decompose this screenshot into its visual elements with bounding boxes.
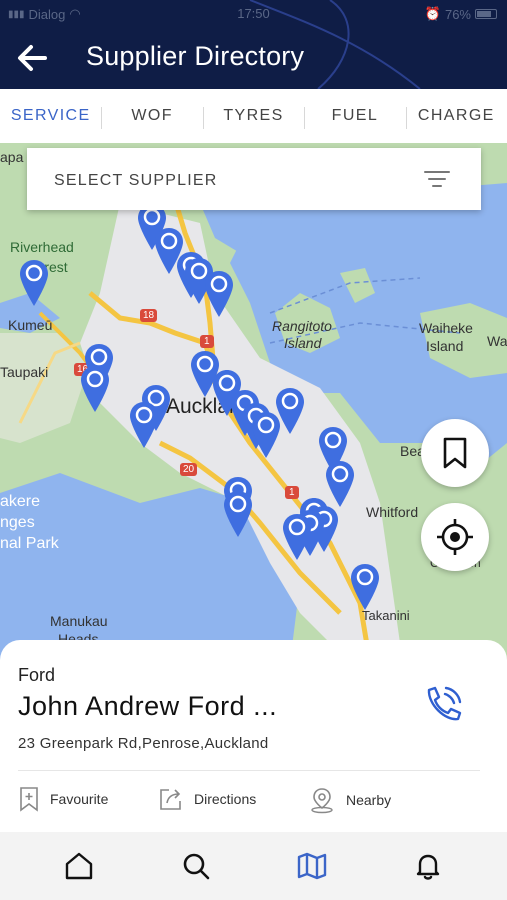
- supplier-card[interactable]: Ford John Andrew Ford ... 23 Greenpark R…: [0, 640, 507, 840]
- supplier-pin[interactable]: [350, 563, 380, 611]
- favourite-label: Favourite: [50, 791, 109, 807]
- directions-label: Directions: [194, 791, 257, 807]
- app-header: ▮▮▮ Dialog ◠ 17:50 ⏰ 76% Supplier Direct…: [0, 0, 507, 89]
- location-pin-icon: [311, 788, 333, 814]
- select-supplier-field[interactable]: SELECT SUPPLIER: [27, 148, 481, 210]
- map-label-riverhead: Riverhead: [10, 239, 74, 255]
- home-icon[interactable]: [63, 850, 95, 882]
- back-button[interactable]: [14, 40, 50, 76]
- supplier-pin[interactable]: [204, 270, 234, 318]
- tab-service[interactable]: SERVICE: [0, 107, 101, 125]
- supplier-brand: Ford: [18, 665, 56, 685]
- card-divider: [18, 770, 480, 771]
- map-label-manukau: Manukau: [50, 613, 108, 629]
- map-label-whitford: Whitford: [366, 504, 419, 520]
- road-shield-18: 18: [140, 309, 158, 322]
- crosshair-icon: [437, 519, 473, 555]
- map-label-island: Island: [284, 335, 322, 351]
- alarm-icon: ⏰: [424, 6, 441, 21]
- supplier-pin[interactable]: [275, 387, 305, 435]
- tab-wof[interactable]: WOF: [101, 107, 202, 129]
- map-label-waiheke-island: Island: [426, 338, 464, 354]
- map-label-rangitoto: Rangitoto: [272, 318, 332, 334]
- map-label-kumeu: Kumeū: [8, 317, 53, 333]
- supplier-pin[interactable]: [325, 460, 355, 508]
- map-icon[interactable]: [296, 850, 328, 882]
- locate-me-button[interactable]: [421, 503, 489, 571]
- battery-label: 76%: [444, 6, 471, 22]
- road-shield-1-north: 1: [200, 335, 214, 348]
- favourite-button[interactable]: Favourite: [18, 786, 108, 812]
- search-icon[interactable]: [180, 850, 212, 882]
- phone-icon[interactable]: [420, 682, 466, 728]
- bell-icon[interactable]: [412, 850, 444, 882]
- card-actions: Favourite Directions Nearby: [18, 786, 488, 816]
- road-shield-1-south: 1: [285, 486, 299, 499]
- supplier-pin[interactable]: [282, 513, 312, 561]
- battery-icon: [475, 9, 497, 19]
- supplier-pin[interactable]: [129, 401, 159, 449]
- filter-icon[interactable]: [424, 169, 450, 189]
- nearby-label: Nearby: [346, 792, 392, 808]
- tab-tyres[interactable]: TYRES: [202, 107, 304, 129]
- map-label-nges: nges: [0, 514, 35, 531]
- map-label-akere: akere: [0, 493, 41, 510]
- supplier-map[interactable]: apa Riverhead Forest Kumeū Taupaki Rangi…: [0, 143, 507, 663]
- supplier-pin[interactable]: [80, 365, 110, 413]
- bottom-navigation: [0, 832, 507, 900]
- map-label-wa: Wa: [487, 333, 507, 349]
- supplier-address: 23 Greenpark Rd,Penrose,Auckland: [18, 735, 269, 752]
- map-label-waiheke: Waiheke: [419, 320, 473, 336]
- category-tabs: SERVICE WOF TYRES FUEL CHARGE: [0, 89, 507, 143]
- map-label-apa: apa: [0, 149, 24, 165]
- map-label-taupaki: Taupaki: [0, 364, 49, 380]
- map-label-nal-park: nal Park: [0, 535, 59, 552]
- select-supplier-label: SELECT SUPPLIER: [54, 172, 218, 189]
- supplier-pin[interactable]: [19, 259, 49, 307]
- supplier-name: John Andrew Ford ...: [18, 691, 278, 721]
- bookmark-plus-icon: [20, 787, 38, 812]
- bookmark-button[interactable]: [421, 419, 489, 487]
- supplier-pin[interactable]: [223, 490, 253, 538]
- directions-button[interactable]: Directions: [158, 786, 256, 812]
- tab-fuel[interactable]: FUEL: [304, 107, 405, 129]
- tab-charge[interactable]: CHARGE: [405, 107, 507, 129]
- share-icon: [160, 789, 181, 810]
- page-title: Supplier Directory: [86, 41, 305, 71]
- road-shield-20: 20: [180, 463, 198, 476]
- status-bar: ▮▮▮ Dialog ◠ 17:50 ⏰ 76%: [0, 6, 507, 22]
- bookmark-icon: [443, 437, 467, 469]
- nearby-button[interactable]: Nearby: [308, 786, 391, 814]
